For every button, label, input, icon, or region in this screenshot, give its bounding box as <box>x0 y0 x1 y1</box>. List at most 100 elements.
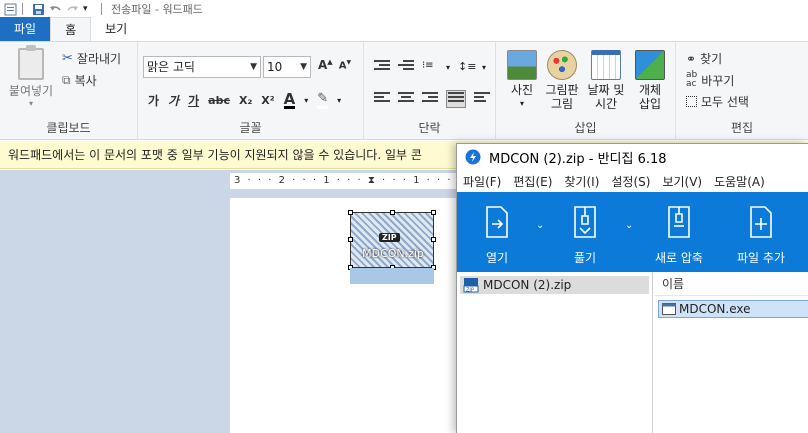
paint-label-1: 그림판 <box>545 83 579 97</box>
font-color-icon[interactable]: A <box>283 91 296 109</box>
open-icon <box>486 206 508 238</box>
paint-drawing-button[interactable]: 그림판 그림 <box>542 50 582 111</box>
justify-icon[interactable] <box>446 90 466 108</box>
superscript-button[interactable]: X² <box>261 94 274 107</box>
copy-button[interactable]: ⧉ 복사 <box>62 72 97 89</box>
file-list-pane: 이름 MDCON.exe <box>654 272 808 433</box>
new-archive-button[interactable]: 새로 압축 <box>639 192 719 272</box>
open-dropdown-chevron-icon[interactable]: ⌄ <box>536 220 544 231</box>
tab-view[interactable]: 보기 <box>91 17 141 41</box>
document-page[interactable]: ZIP MDCON.zip <box>230 198 470 433</box>
bandizip-window-title: MDCON (2).zip - 반디집 6.18 <box>489 151 667 167</box>
undo-icon[interactable] <box>49 3 62 16</box>
redo-icon[interactable] <box>66 3 79 16</box>
paste-button[interactable]: 붙여넣기 ▾ <box>8 45 54 108</box>
chevron-down-icon: ▾ <box>519 99 524 108</box>
font-group-label: 글꼴 <box>239 121 262 135</box>
menu-view[interactable]: 보기(V) <box>662 173 702 190</box>
chevron-down-icon[interactable]: ▾ <box>304 96 308 105</box>
bandizip-menubar: 파일(F) 편집(E) 찾기(I) 설정(S) 보기(V) 도움말(A) <box>457 170 808 192</box>
embedded-zip-object[interactable]: ZIP MDCON.zip <box>348 210 436 270</box>
resize-handle[interactable] <box>390 210 395 215</box>
wordpad-titlebar: ▾ 전송파일 - 워드패드 <box>0 0 808 18</box>
resize-handle[interactable] <box>431 237 436 242</box>
select-all-button[interactable]: 모두 선택 <box>686 93 749 110</box>
subscript-button[interactable]: X₂ <box>239 94 252 107</box>
increase-indent-icon[interactable] <box>398 60 414 74</box>
grow-font-icon[interactable]: A▲ <box>318 58 333 72</box>
qat-separator <box>22 3 23 15</box>
resize-handle[interactable] <box>431 210 436 215</box>
copy-label: 복사 <box>74 74 97 88</box>
shrink-font-icon[interactable]: A▼ <box>339 59 351 71</box>
chevron-down-icon[interactable]: ▾ <box>446 63 450 72</box>
calendar-clock-icon <box>591 50 621 80</box>
insert-picture-button[interactable]: 사진 ▾ <box>504 50 540 111</box>
save-icon[interactable] <box>32 3 45 16</box>
menu-find[interactable]: 찾기(I) <box>564 173 599 190</box>
tab-home[interactable]: 홈 <box>50 17 92 41</box>
italic-button[interactable]: 가 <box>168 92 179 109</box>
highlighter-icon[interactable]: ✎ <box>317 91 329 109</box>
exe-file-icon <box>662 303 676 315</box>
font-family-select[interactable]: 맑은 고딕 ▼ <box>143 56 261 78</box>
insert-group-label: 삽입 <box>574 121 597 135</box>
font-size-select[interactable]: 10 ▼ <box>263 56 311 78</box>
insert-object-button[interactable]: 개체 삽입 <box>630 50 670 111</box>
column-header-name[interactable]: 이름 <box>654 272 808 296</box>
bandizip-window: MDCON (2).zip - 반디집 6.18 파일(F) 편집(E) 찾기(… <box>456 143 808 433</box>
paragraph-settings-icon[interactable] <box>474 92 490 106</box>
picture-icon <box>507 50 537 80</box>
bold-button[interactable]: 가 <box>148 92 159 109</box>
chevron-down-icon[interactable]: ▾ <box>482 63 486 72</box>
open-button[interactable]: 열기 <box>457 192 537 272</box>
insert-picture-label: 사진 <box>510 83 534 97</box>
underline-button[interactable]: 가 <box>188 92 199 109</box>
replace-button[interactable]: ab ac 바꾸기 <box>686 71 734 89</box>
align-center-icon[interactable] <box>398 92 414 106</box>
align-right-icon[interactable] <box>422 92 438 106</box>
chevron-down-icon: ▾ <box>28 99 33 108</box>
archive-tree-pane: ZIP MDCON (2).zip <box>457 272 653 433</box>
list-item[interactable]: MDCON.exe <box>658 300 808 318</box>
bullet-list-icon[interactable]: ⁝≡ <box>422 60 438 74</box>
tab-file[interactable]: 파일 <box>0 17 51 41</box>
bandizip-logo-icon <box>465 149 481 165</box>
bandizip-titlebar: MDCON (2).zip - 반디집 6.18 <box>457 144 808 170</box>
add-file-button[interactable]: 파일 추가 <box>721 192 801 272</box>
datetime-button[interactable]: 날짜 및 시간 <box>586 50 626 111</box>
zip-badge: ZIP <box>379 233 400 242</box>
select-all-icon <box>686 96 697 107</box>
object-icon <box>635 50 665 80</box>
resize-handle[interactable] <box>348 237 353 242</box>
resize-handle[interactable] <box>348 210 353 215</box>
menu-file[interactable]: 파일(F) <box>463 173 501 190</box>
extract-icon <box>574 206 596 238</box>
menu-help[interactable]: 도움말(A) <box>714 173 765 190</box>
extract-button[interactable]: 풀기 <box>545 192 625 272</box>
cut-button[interactable]: ✂ 잘라내기 <box>62 50 121 67</box>
zip-file-icon: ZIP <box>463 278 479 293</box>
decrease-indent-icon[interactable] <box>374 60 390 74</box>
clipboard-group: 붙여넣기 ▾ ✂ 잘라내기 ⧉ 복사 클립보드 <box>0 42 138 140</box>
qat-customize-icon[interactable]: ▾ <box>83 3 96 16</box>
editing-group: ⚭ 찾기 ab ac 바꾸기 모두 선택 편집 <box>676 42 808 140</box>
paragraph-group: ⁝≡ ▾ ↕≡ ▾ 단락 <box>364 42 496 140</box>
ribbon-tabs: 파일 홈 보기 <box>0 17 808 42</box>
bandizip-toolbar: 열기 ⌄ 풀기 ⌄ 새로 압축 파일 추가 <box>457 192 808 272</box>
window-title: 전송파일 - 워드패드 <box>111 3 203 16</box>
cut-label: 잘라내기 <box>76 52 122 66</box>
clipboard-group-label: 클립보드 <box>46 121 91 135</box>
find-button[interactable]: ⚭ 찾기 <box>686 50 722 67</box>
qat-separator <box>101 3 102 15</box>
align-left-icon[interactable] <box>374 92 390 106</box>
tree-item-archive[interactable]: ZIP MDCON (2).zip <box>460 276 649 294</box>
editing-group-label: 편집 <box>730 121 754 135</box>
menu-edit[interactable]: 편집(E) <box>513 173 552 190</box>
strikethrough-button[interactable]: abc <box>208 94 230 107</box>
ruler[interactable]: 3 · · · 2 · · · 1 · · · ⧗ · · · 1 · · · … <box>230 173 470 189</box>
line-spacing-icon[interactable]: ↕≡ <box>458 60 476 74</box>
menu-settings[interactable]: 설정(S) <box>611 173 650 190</box>
extract-dropdown-chevron-icon[interactable]: ⌄ <box>625 220 633 231</box>
chevron-down-icon[interactable]: ▾ <box>337 96 341 105</box>
